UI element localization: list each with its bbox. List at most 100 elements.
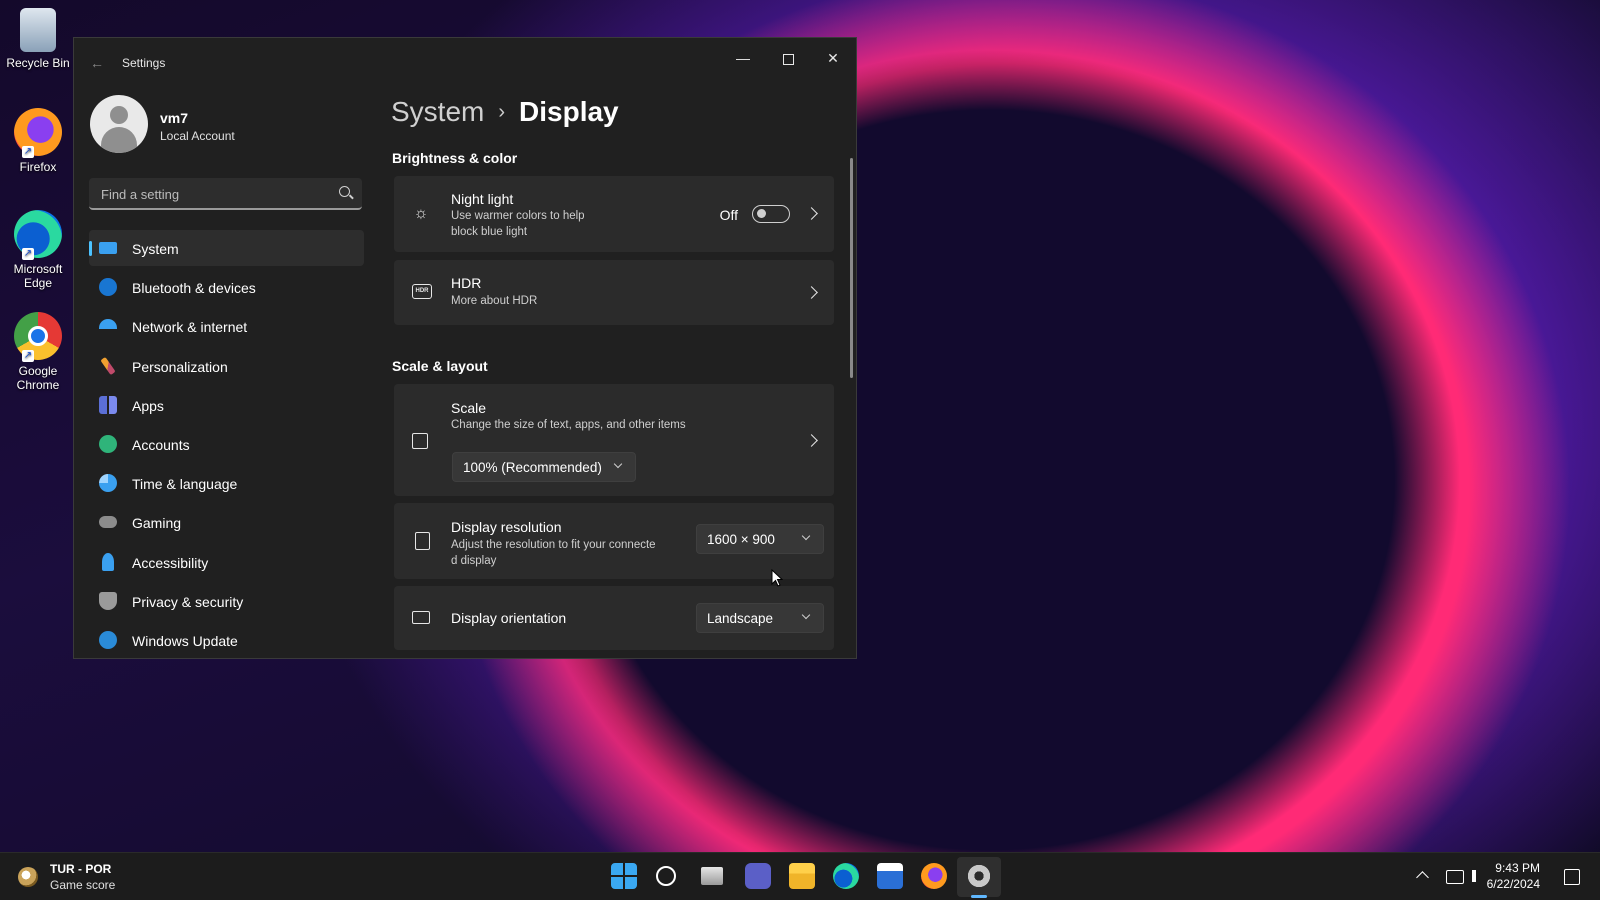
sidebar-item-bluetooth[interactable]: Bluetooth & devices <box>89 269 364 305</box>
night-light-subtitle-line: Use warmer colors to help <box>451 210 585 222</box>
settings-icon[interactable] <box>966 863 992 889</box>
sidebar-item-privacy[interactable]: Privacy & security <box>89 583 364 619</box>
firefox-icon: ↗ <box>14 108 62 158</box>
search-icon[interactable] <box>339 186 350 197</box>
update-icon <box>99 630 117 649</box>
chevron-right-icon[interactable] <box>805 207 818 220</box>
desktop-icon-firefox[interactable]: ↗ Firefox <box>4 108 72 174</box>
resolution-subtitle-line: d display <box>451 555 497 567</box>
hdr-subtitle: More about HDR <box>451 295 538 307</box>
clock-globe-icon <box>99 474 117 493</box>
file-explorer-icon[interactable] <box>789 863 815 889</box>
maximize-button[interactable] <box>765 42 811 74</box>
shortcut-arrow-icon: ↗ <box>22 248 34 260</box>
sun-icon: ☼ <box>413 205 429 222</box>
chevron-down-icon <box>801 531 811 541</box>
task-view-icon[interactable] <box>701 867 723 885</box>
shield-icon <box>99 591 117 610</box>
desktop-icon-label: Google <box>18 364 58 378</box>
desktop-icon-label: Chrome <box>16 378 60 392</box>
person-icon <box>99 434 117 453</box>
close-button[interactable]: ✕ <box>810 42 856 74</box>
scale-dropdown-value: 100% (Recommended) <box>463 460 602 475</box>
chevron-right-icon[interactable] <box>805 434 818 447</box>
search-input[interactable] <box>99 184 323 204</box>
night-light-subtitle-line: block blue light <box>451 226 528 238</box>
store-icon[interactable] <box>877 863 903 889</box>
page-title: Display <box>519 96 619 127</box>
display-orientation-card: Display orientation Landscape <box>394 586 834 650</box>
scale-card[interactable]: Scale Change the size of text, apps, and… <box>394 384 834 496</box>
resolution-subtitle: Adjust the resolution to fit your connec… <box>451 537 656 569</box>
night-light-state: Off <box>719 207 738 223</box>
minimize-button[interactable]: — <box>720 42 766 74</box>
sidebar-item-time-language[interactable]: Time & language <box>89 465 364 501</box>
sidebar-item-accounts[interactable]: Accounts <box>89 426 364 462</box>
recycle-bin-icon <box>20 8 56 52</box>
back-button[interactable]: ← <box>88 54 106 72</box>
desktop-icon-chrome[interactable]: ↗ Google Chrome <box>4 312 72 392</box>
brush-icon <box>100 356 116 375</box>
scale-icon <box>412 433 428 449</box>
sidebar-item-apps[interactable]: Apps <box>89 387 364 423</box>
desktop-icon-recycle-bin[interactable]: Recycle Bin <box>4 8 72 70</box>
orientation-dropdown[interactable]: Landscape <box>696 603 824 633</box>
sidebar-item-label: Accessibility <box>132 554 209 571</box>
sidebar-item-gaming[interactable]: Gaming <box>89 504 364 540</box>
firefox-icon[interactable] <box>921 863 947 889</box>
cursor-arrow-icon <box>771 568 784 587</box>
sidebar-item-accessibility[interactable]: Accessibility <box>89 544 364 580</box>
display-icon <box>99 242 117 254</box>
resolution-title: Display resolution <box>451 519 562 535</box>
next-setting-card[interactable] <box>394 658 834 659</box>
night-light-subtitle: Use warmer colors to help block blue lig… <box>451 208 585 240</box>
display-resolution-card: Display resolution Adjust the resolution… <box>394 503 834 579</box>
resolution-dropdown[interactable]: 1600 × 900 <box>696 524 824 554</box>
resolution-subtitle-line: Adjust the resolution to fit your connec… <box>451 539 656 551</box>
tray-overflow-chevron-icon[interactable] <box>1416 871 1429 884</box>
avatar <box>90 95 148 153</box>
notification-icon[interactable] <box>1564 869 1580 885</box>
title-bar: ← Settings — ✕ <box>74 38 856 86</box>
night-light-card[interactable]: ☼ Night light Use warmer colors to help … <box>394 176 834 252</box>
start-icon[interactable] <box>611 863 637 889</box>
widget-title: TUR - POR <box>50 862 112 876</box>
chrome-icon: ↗ <box>14 312 62 362</box>
chevron-right-icon[interactable] <box>805 286 818 299</box>
settings-window: ← Settings — ✕ vm7 Local Account System … <box>73 37 857 659</box>
breadcrumb-parent[interactable]: System <box>391 96 484 127</box>
sidebar-item-windows-update[interactable]: Windows Update <box>89 622 364 658</box>
desktop-icon-label: Recycle Bin <box>6 56 70 70</box>
night-light-toggle[interactable] <box>752 205 790 223</box>
section-title-scale-layout: Scale & layout <box>392 358 488 374</box>
desktop-icon-label: Firefox <box>19 160 57 174</box>
taskbar-search-icon[interactable] <box>656 866 676 886</box>
running-app-indicator <box>971 895 987 898</box>
sidebar-item-personalization[interactable]: Personalization <box>89 348 364 384</box>
soccer-ball-icon <box>18 867 38 887</box>
profile-name: vm7 <box>160 110 189 126</box>
sidebar-item-label: Network & internet <box>132 319 248 336</box>
edge-icon[interactable] <box>833 863 859 889</box>
resolution-icon <box>415 532 430 550</box>
wifi-icon <box>99 317 117 335</box>
desktop-icon-label: Edge <box>23 276 53 290</box>
chat-icon[interactable] <box>745 863 771 889</box>
edge-icon: ↗ <box>14 210 62 260</box>
maximize-icon <box>782 53 794 65</box>
network-icon[interactable] <box>1446 870 1464 884</box>
sidebar-item-network[interactable]: Network & internet <box>89 308 364 344</box>
chevron-down-icon <box>801 610 811 620</box>
night-light-title: Night light <box>451 191 514 207</box>
sidebar-item-system[interactable]: System <box>89 230 364 266</box>
settings-search[interactable] <box>89 178 362 210</box>
minimize-icon: — <box>736 50 750 66</box>
widget-subtitle: Game score <box>50 878 116 892</box>
desktop-icon-edge[interactable]: ↗ Microsoft Edge <box>4 210 72 290</box>
orientation-title: Display orientation <box>451 610 567 626</box>
orientation-icon <box>412 611 430 624</box>
scale-dropdown[interactable]: 100% (Recommended) <box>452 452 636 482</box>
clock[interactable]: 9:43 PM 6/22/2024 <box>1487 860 1540 892</box>
hdr-card[interactable]: HDR HDR More about HDR <box>394 260 834 325</box>
content-scrollbar[interactable] <box>850 158 853 378</box>
